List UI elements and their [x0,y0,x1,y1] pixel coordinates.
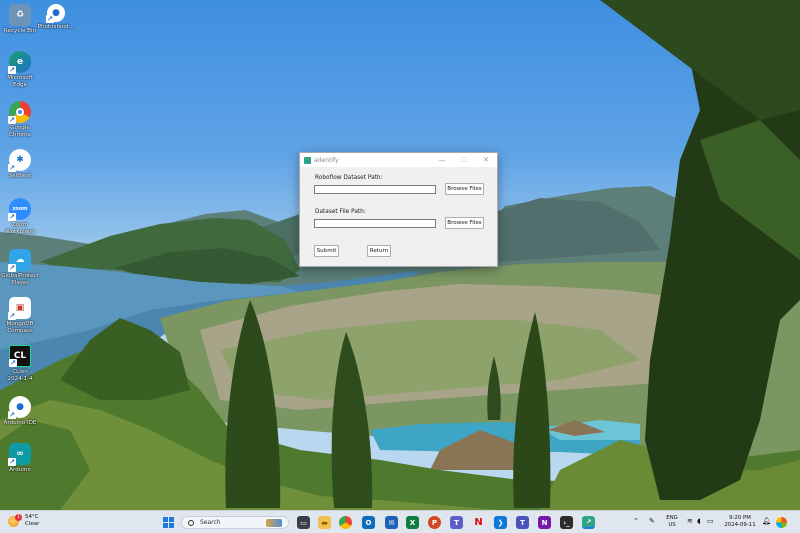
desktop-icon-arduino-ide[interactable]: ● ↗ Arduino IDE [2,396,38,427]
close-button[interactable]: ✕ [475,153,497,167]
desktop-icon-photoshoot[interactable]: ● ↗ Photoshoot... [38,4,74,31]
desktop-icon-selfbest[interactable]: ✱ ↗ Selfbest [2,149,38,180]
weather-badge: 1 [15,513,22,521]
desktop-icon-zoom[interactable]: zoom ↗ Zoom Workplace [2,198,38,235]
dataset-path-input[interactable] [314,219,436,228]
desktop-icon-globalprotect[interactable]: ☁ ↗ GlobalProtect Player [1,249,39,286]
app-icon [304,156,311,164]
taskbar: 1 54°C Clear Search ▭ ▬ O ✉ X P T N ❯ T … [0,510,800,533]
adentify-app-icon[interactable]: ↗ [582,516,595,529]
roboflow-browse-button[interactable]: Browse Files [445,183,484,195]
window-titlebar[interactable]: adentify — ☐ ✕ [300,153,497,167]
desktop-icon-mongodb[interactable]: ▣ ↗ MongoDB Compass [2,297,38,334]
app-shortcut-icon: ● ↗ [46,4,65,23]
adentify-window: adentify — ☐ ✕ Roboflow Dataset Path: Br… [299,152,498,267]
recycle-bin-icon: ♻ [9,4,31,26]
weather-widget[interactable]: 1 54°C Clear [8,513,40,528]
return-button[interactable]: Return [367,245,391,257]
clock[interactable]: 9:20 PM 2024-09-11 [722,515,758,528]
dataset-browse-button[interactable]: Browse Files [445,217,484,229]
minimize-button[interactable]: — [431,153,453,167]
volume-icon[interactable]: ◖ [697,518,701,525]
mail-icon[interactable]: ✉ [385,516,398,529]
roboflow-path-label: Roboflow Dataset Path: [315,175,383,181]
box-icon: ▣ ↗ [8,297,31,320]
teams-alt-icon[interactable]: T [516,516,529,529]
desktop-icon-arduino[interactable]: ∞ ↗ Arduino [2,443,38,474]
clion-icon: CL ↗ [9,345,31,367]
selfbest-icon: ✱ ↗ [8,149,31,172]
zoom-icon: zoom ↗ [8,198,31,221]
cloud-icon: ☁ ↗ [8,249,31,272]
desktop-icon-clion[interactable]: CL ↗ CLion 2024.1.4 [2,345,38,382]
infinity-icon: ∞ ↗ [8,443,31,466]
search-icon [188,519,194,526]
powerpoint-icon[interactable]: P [428,516,441,529]
language-top: ENG [666,515,678,521]
onenote-icon[interactable]: N [538,516,551,529]
search-highlight-icon [266,519,282,527]
wifi-icon[interactable]: ≋ [687,518,693,525]
windows-logo-icon [163,517,174,528]
dataset-path-label: Dataset File Path: [315,209,366,215]
desktop-icon-microsoft-edge[interactable]: e ↗ Microsoft Edge [2,51,38,88]
notification-bell-icon[interactable]: 🔔︎ [762,518,771,525]
excel-icon[interactable]: X [406,516,419,529]
pen-icon[interactable]: ✎ [649,518,655,525]
battery-icon[interactable]: ▭ [707,518,714,525]
language-bottom: US [668,521,676,528]
chrome-icon: ↗ [8,101,31,124]
tray-overflow-icon[interactable]: ⌃ [633,518,639,525]
desktop: ♻ Recycle Bin ● ↗ Photoshoot... e ↗ Micros… [0,0,800,510]
terminal-icon[interactable]: ›_ [560,516,573,529]
window-title: adentify [314,156,339,164]
outlook-icon[interactable]: O [362,516,375,529]
netflix-icon[interactable]: N [472,516,485,529]
weather-temperature: 54°C [25,514,39,520]
copilot-icon[interactable] [776,517,787,528]
teams-icon[interactable]: T [450,516,463,529]
submit-button[interactable]: Submit [314,245,339,257]
taskbar-search[interactable]: Search [181,516,289,529]
desktop-icon-recycle-bin[interactable]: ♻ Recycle Bin [2,4,38,35]
search-label: Search [200,519,221,526]
edge-icon: e ↗ [8,51,31,74]
start-button[interactable] [162,516,175,529]
desktop-icon-google-chrome[interactable]: ↗ Google Chrome [2,101,38,138]
language-indicator[interactable]: ENG US [664,515,680,528]
clock-date: 2024-09-11 [724,521,756,528]
maximize-button[interactable]: ☐ [453,153,475,167]
arduino-icon: ● ↗ [8,396,31,419]
weather-description: Clear [25,521,40,527]
file-explorer-icon[interactable]: ▬ [318,516,331,529]
sun-icon: 1 [8,513,22,527]
chrome-taskbar-icon[interactable] [339,516,352,529]
roboflow-path-input[interactable] [314,185,436,194]
task-view-icon[interactable]: ▭ [297,516,310,529]
vscode-icon[interactable]: ❯ [494,516,507,529]
